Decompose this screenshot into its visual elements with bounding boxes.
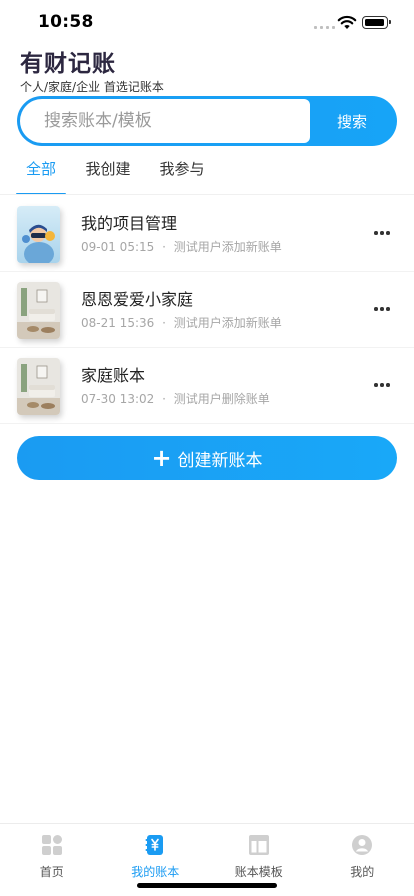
book-date: 09-01 05:15 (81, 240, 155, 254)
book-thumbnail (17, 358, 60, 415)
page-title: 有财记账 (20, 51, 116, 77)
tab-created[interactable]: 我创建 (84, 158, 132, 194)
status-time: 10:58 (38, 12, 94, 32)
book-date: 08-21 15:36 (81, 316, 155, 330)
book-thumbnail (17, 282, 60, 339)
book-list-item[interactable]: 恩恩爱爱小家庭 08-21 15:36 · 测试用户添加新账单 (0, 272, 414, 348)
book-list: 我的项目管理 09-01 05:15 · 测试用户添加新账单 恩恩爱爱小家庭 0… (0, 196, 414, 424)
book-list-item[interactable]: 家庭账本 07-30 13:02 · 测试用户删除账单 (0, 348, 414, 424)
template-layout-icon (248, 835, 269, 855)
nav-item-home[interactable]: 首页 (0, 824, 104, 896)
meta-separator: · (162, 240, 166, 254)
home-indicator (137, 883, 277, 888)
cellular-signal-icon (314, 26, 335, 29)
book-thumbnail (17, 206, 60, 263)
book-list-item[interactable]: 我的项目管理 09-01 05:15 · 测试用户添加新账单 (0, 196, 414, 272)
search-button[interactable]: 搜索 (310, 99, 394, 143)
nav-label: 我的 (350, 865, 375, 879)
book-name: 我的项目管理 (81, 214, 178, 233)
book-activity: 测试用户添加新账单 (173, 240, 282, 254)
nav-item-profile[interactable]: 我的 (311, 824, 414, 896)
more-options-icon[interactable] (374, 380, 392, 390)
battery-icon (362, 16, 391, 29)
search-bar: 搜索 (17, 96, 397, 146)
create-book-label: 创建新账本 (177, 450, 263, 471)
plus-icon: + (151, 444, 172, 472)
book-meta: 08-21 15:36 · 测试用户添加新账单 (81, 314, 282, 331)
user-avatar-icon (352, 835, 373, 855)
page-subtitle: 个人/家庭/企业 首选记账本 (20, 80, 164, 94)
book-name: 家庭账本 (81, 366, 146, 385)
book-meta: 07-30 13:02 · 测试用户删除账单 (81, 390, 270, 407)
nav-label: 我的账本 (131, 865, 180, 879)
nav-label: 首页 (39, 865, 64, 879)
ledger-yen-icon (145, 835, 164, 855)
more-options-icon[interactable] (374, 304, 392, 314)
more-options-icon[interactable] (374, 228, 392, 238)
nav-label: 账本模板 (234, 865, 283, 879)
tab-divider (0, 194, 414, 195)
meta-separator: · (162, 316, 166, 330)
wifi-icon (337, 15, 357, 29)
book-activity: 测试用户添加新账单 (173, 316, 282, 330)
search-input-wrapper (20, 99, 310, 143)
tab-participated[interactable]: 我参与 (158, 158, 206, 194)
tab-all[interactable]: 全部 (16, 158, 66, 195)
meta-separator: · (162, 392, 166, 406)
tab-bar: 全部 我创建 我参与 (0, 158, 414, 195)
search-input[interactable] (44, 111, 310, 131)
book-meta: 09-01 05:15 · 测试用户添加新账单 (81, 238, 282, 255)
book-activity: 测试用户删除账单 (173, 392, 270, 406)
status-bar: 10:58 (0, 0, 414, 44)
home-grid-icon (41, 835, 62, 855)
book-date: 07-30 13:02 (81, 392, 155, 406)
create-book-button[interactable]: + 创建新账本 (17, 436, 397, 480)
book-name: 恩恩爱爱小家庭 (81, 290, 194, 309)
